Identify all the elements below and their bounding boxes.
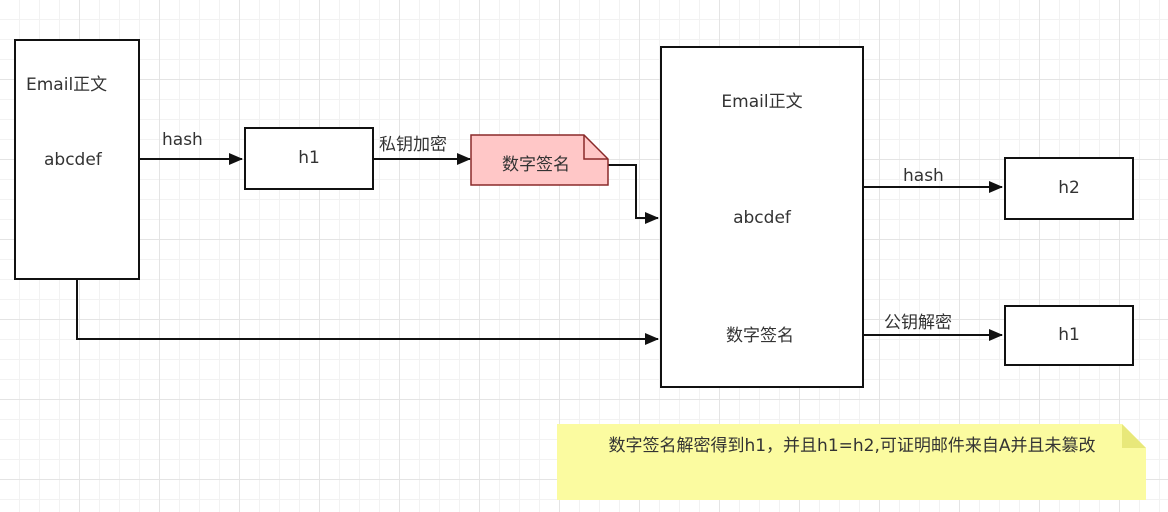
arrow-signature-to-email (608, 164, 659, 224)
arrow-email-to-email (76, 280, 659, 345)
signature-right-label: 数字签名 (726, 326, 794, 346)
right-email-body: abcdef (733, 208, 791, 228)
left-email-title: Email正文 (26, 75, 108, 95)
h1-left-label: h1 (298, 148, 320, 168)
h2-right-label: h2 (1058, 178, 1080, 198)
h1-right-label: h1 (1058, 325, 1080, 345)
left-email-body: abcdef (44, 150, 102, 170)
edge-label-hash-left: hash (162, 130, 203, 150)
note-text: 数字签名解密得到h1，并且h1=h2,可证明邮件来自A并且未篡改 (608, 436, 1096, 456)
edge-label-hash-right: hash (903, 166, 944, 186)
edge-label-private-key-encrypt: 私钥加密 (379, 135, 447, 155)
signature-left-label: 数字签名 (502, 155, 570, 175)
right-email-title: Email正文 (721, 92, 803, 112)
edge-label-public-key-decrypt: 公钥解密 (884, 313, 952, 333)
